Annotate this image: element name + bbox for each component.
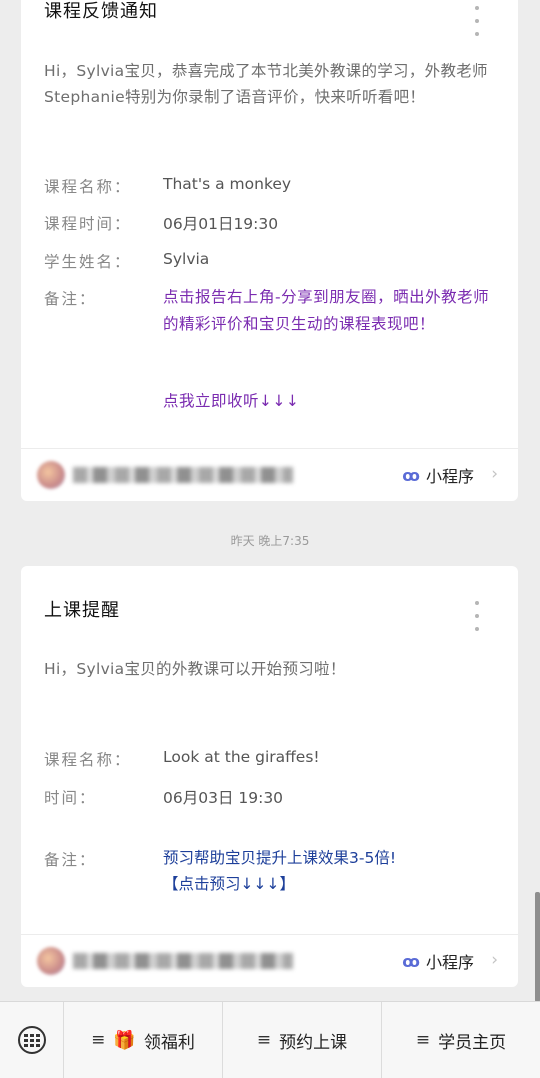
note-label: 备注： [44, 290, 97, 308]
course-feedback-card[interactable]: 课程反馈通知 Hi，Sylvia宝贝，恭喜完成了本节北美外教课的学习，外教老师S… [21, 0, 518, 501]
menu-item-book-class[interactable]: ≡ 预约上课 [223, 1002, 382, 1078]
menu-lines-icon: ≡ [91, 1030, 106, 1050]
menu-item-label: 学员主页 [438, 1032, 507, 1053]
mini-program-text: 小程序 [425, 467, 474, 486]
more-options-icon[interactable] [474, 601, 480, 631]
mini-program-icon: ꝏ [402, 465, 420, 485]
chevron-right-icon: › [491, 464, 498, 484]
card-intro: Hi，Sylvia宝贝的外教课可以开始预习啦！ [44, 660, 346, 678]
blurred-program-name [73, 953, 293, 969]
avatar [37, 947, 65, 975]
note-text: 预习帮助宝贝提升上课效果3-5倍! [163, 849, 397, 867]
card-title: 课程反馈通知 [44, 1, 158, 22]
menu-item-label: 领福利 [143, 1032, 195, 1053]
menu-item-label: 预约上课 [279, 1032, 348, 1053]
mini-program-text: 小程序 [425, 953, 474, 972]
gift-icon: 🎁 [113, 1029, 136, 1051]
message-feed[interactable]: 课程反馈通知 Hi，Sylvia宝贝，恭喜完成了本节北美外教课的学习，外教老师S… [0, 0, 540, 1002]
more-options-icon[interactable] [474, 6, 480, 36]
mini-program-footer[interactable]: ꝏ 小程序 › [21, 934, 518, 987]
note-text: 点击报告右上角-分享到朋友圈，晒出外教老师的精彩评价和宝贝生动的课程表现吧！ [163, 288, 490, 333]
mini-program-label: ꝏ 小程序 [402, 463, 474, 487]
bottom-menu-bar: ≡ 🎁 领福利 ≡ 预约上课 ≡ 学员主页 [0, 1001, 540, 1078]
avatar [37, 461, 65, 489]
course-time-value: 06月01日19:30 [163, 215, 279, 233]
note-label: 备注： [44, 851, 97, 869]
course-time-value: 06月03日 19:30 [163, 789, 284, 807]
keyboard-icon [17, 1026, 46, 1054]
menu-lines-icon: ≡ [415, 1030, 431, 1050]
menu-item-student-home[interactable]: ≡ 学员主页 [382, 1002, 540, 1078]
class-reminder-card[interactable]: 上课提醒 Hi，Sylvia宝贝的外教课可以开始预习啦！ 课程名称： Look … [21, 566, 518, 987]
course-name-label: 课程名称： [44, 751, 132, 769]
card-intro: Hi，Sylvia宝贝，恭喜完成了本节北美外教课的学习，外教老师Stephani… [44, 62, 488, 106]
menu-lines-icon: ≡ [256, 1030, 272, 1050]
mini-program-label: ꝏ 小程序 [402, 949, 474, 973]
preview-link[interactable]: 【点击预习↓↓↓】 [163, 872, 503, 897]
course-name-value: That's a monkey [163, 175, 292, 193]
student-name-label: 学生姓名： [44, 253, 132, 271]
course-time-label: 课程时间： [44, 215, 132, 233]
scrollbar[interactable] [535, 892, 540, 1002]
mini-program-icon: ꝏ [402, 951, 420, 971]
course-name-label: 课程名称： [44, 178, 132, 196]
message-timestamp: 昨天 晚上7:35 [230, 534, 310, 548]
chevron-right-icon: › [491, 950, 498, 970]
mini-program-footer[interactable]: ꝏ 小程序 › [21, 448, 518, 501]
card-title: 上课提醒 [44, 600, 120, 621]
course-name-value: Look at the giraffes! [163, 748, 320, 766]
student-name-value: Sylvia [163, 250, 210, 268]
blurred-program-name [73, 467, 293, 483]
menu-item-benefits[interactable]: ≡ 🎁 领福利 [64, 1002, 223, 1078]
course-time-label: 时间： [44, 789, 97, 807]
listen-now-link[interactable]: 点我立即收听↓↓↓ [163, 388, 503, 415]
keyboard-toggle-button[interactable] [0, 1002, 64, 1078]
